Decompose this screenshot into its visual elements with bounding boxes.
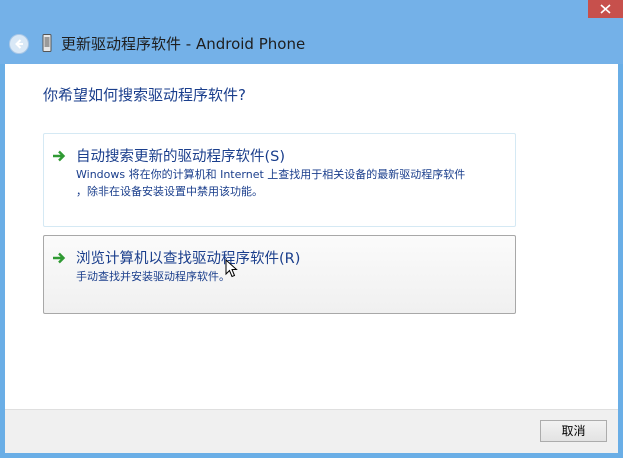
option-auto-search-desc-line2: ，除非在设备安装设置中禁用该功能。 [76,185,263,198]
close-button[interactable] [588,0,623,18]
footer-bar: 取消 [5,409,618,453]
title-bar: 更新驱动程序软件 - Android Phone [0,0,623,64]
cancel-button[interactable]: 取消 [540,420,607,442]
phone-device-icon [42,34,52,52]
wizard-content: 你希望如何搜索驱动程序软件? 自动搜索更新的驱动程序软件(S) Windows … [5,64,618,409]
mouse-pointer-icon [225,259,238,278]
option-browse-computer-desc-line1: 手动查找并安装驱动程序软件。 [76,270,230,283]
option-browse-computer-title: 浏览计算机以查找驱动程序软件(R) [76,251,301,267]
close-icon [600,4,611,14]
page-question: 你希望如何搜索驱动程序软件? [43,86,246,104]
back-arrow-icon [15,39,23,49]
green-arrow-icon [53,150,66,162]
option-auto-search-desc-line1: Windows 将在你的计算机和 Internet 上查找用于相关设备的最新驱动… [76,168,466,181]
option-auto-search[interactable]: 自动搜索更新的驱动程序软件(S) Windows 将在你的计算机和 Intern… [43,133,516,227]
option-auto-search-title: 自动搜索更新的驱动程序软件(S) [76,149,286,165]
window-title: 更新驱动程序软件 - Android Phone [61,35,306,53]
option-browse-computer-description: 手动查找并安装驱动程序软件。 [76,268,506,285]
back-button[interactable] [9,34,29,54]
option-browse-computer[interactable]: 浏览计算机以查找驱动程序软件(R) 手动查找并安装驱动程序软件。 [43,235,516,314]
option-auto-search-description: Windows 将在你的计算机和 Internet 上查找用于相关设备的最新驱动… [76,166,506,200]
green-arrow-icon [53,252,66,264]
